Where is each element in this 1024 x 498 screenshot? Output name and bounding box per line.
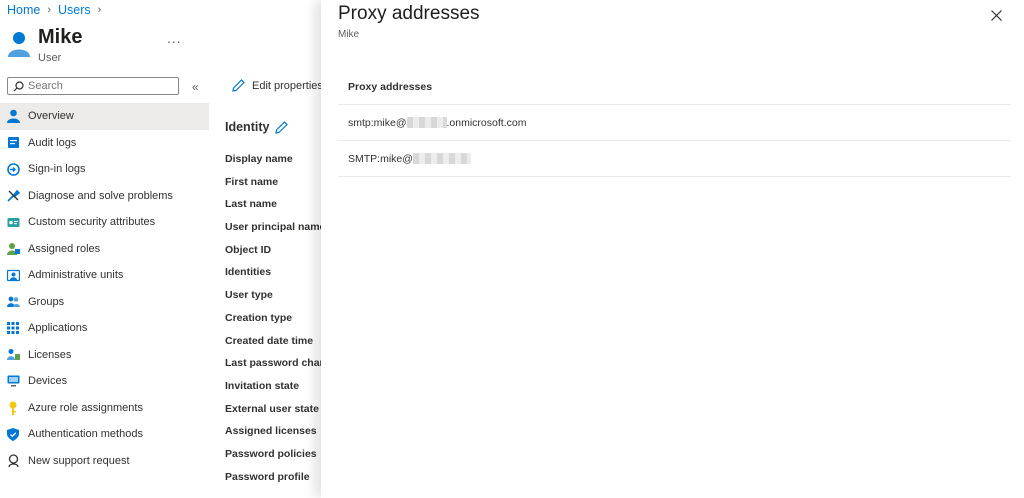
sidebar-item-azure-role-assignments[interactable]: Azure role assignments bbox=[0, 395, 209, 422]
device-icon bbox=[6, 374, 20, 388]
sidebar-item-label: Assigned roles bbox=[28, 242, 101, 255]
redacted-domain bbox=[406, 117, 447, 128]
pencil-icon bbox=[232, 79, 245, 92]
sidebar-item-label: Authentication methods bbox=[28, 428, 143, 441]
page-subtitle: User bbox=[38, 52, 62, 64]
table-row: smtp:mike@ .onmicrosoft.com bbox=[338, 105, 1011, 141]
panel-subtitle: Mike bbox=[338, 29, 360, 40]
sidebar-nav: Overview Audit logs Sign-in logs Diagnos… bbox=[0, 103, 209, 474]
field-label: Last name bbox=[225, 198, 277, 211]
edit-properties-label: Edit properties bbox=[252, 79, 323, 92]
sidebar-item-custom-security[interactable]: Custom security attributes bbox=[0, 209, 209, 236]
sidebar-item-label: Licenses bbox=[28, 348, 72, 361]
field-label: Assigned licenses bbox=[225, 425, 317, 438]
address-prefix: smtp:mike@ bbox=[348, 116, 407, 129]
field-label: Last password change bbox=[225, 357, 321, 370]
sidebar-item-admin-units[interactable]: Administrative units bbox=[0, 262, 209, 289]
sidebar-item-label: Custom security attributes bbox=[28, 216, 156, 229]
user-avatar-icon bbox=[8, 32, 30, 57]
edit-properties-button[interactable]: Edit properties bbox=[232, 79, 323, 92]
search-icon bbox=[13, 80, 24, 91]
field-label: Password policies bbox=[225, 447, 317, 460]
sidebar-item-label: Applications bbox=[28, 322, 88, 335]
field-label: Invitation state bbox=[225, 379, 300, 392]
field-label: Created date time bbox=[225, 334, 314, 347]
identity-section-title: Identity bbox=[225, 120, 289, 134]
sidebar-item-licenses[interactable]: Licenses bbox=[0, 342, 209, 369]
grid-icon bbox=[6, 321, 20, 335]
key-icon bbox=[6, 401, 20, 415]
user-icon bbox=[6, 109, 20, 124]
attributes-icon bbox=[6, 215, 20, 229]
sidebar-item-groups[interactable]: Groups bbox=[0, 289, 209, 316]
sidebar-item-new-support-request[interactable]: New support request bbox=[0, 448, 209, 475]
sidebar-item-label: Azure role assignments bbox=[28, 401, 143, 414]
identity-fields: Display name First name Last name User p… bbox=[225, 152, 321, 492]
field-label: Password profile bbox=[225, 470, 310, 483]
search-box[interactable] bbox=[7, 77, 179, 95]
sidebar-item-label: Audit logs bbox=[28, 136, 77, 149]
page-title: Mike bbox=[38, 26, 83, 48]
field-label: User principal name bbox=[225, 221, 321, 234]
sidebar-item-label: Diagnose and solve problems bbox=[28, 189, 173, 202]
shield-icon bbox=[6, 427, 20, 441]
close-button[interactable] bbox=[986, 5, 1006, 25]
breadcrumb-users[interactable]: Users bbox=[58, 3, 91, 17]
more-options-button[interactable]: ... bbox=[167, 30, 182, 46]
column-header: Proxy addresses bbox=[338, 69, 1011, 105]
chevron-right-icon: › bbox=[47, 4, 52, 16]
field-label: User type bbox=[225, 289, 273, 302]
proxy-addresses-panel: Proxy addresses Mike Proxy addresses smt… bbox=[321, 0, 1024, 498]
sign-in-icon bbox=[6, 162, 20, 176]
sidebar-item-overview[interactable]: Overview bbox=[0, 103, 209, 130]
proxy-addresses-table: Proxy addresses smtp:mike@ .onmicrosoft.… bbox=[338, 69, 1011, 177]
sidebar-item-applications[interactable]: Applications bbox=[0, 315, 209, 342]
sidebar-item-label: Overview bbox=[28, 110, 74, 123]
sidebar-item-label: Devices bbox=[28, 375, 68, 388]
sidebar-item-label: Groups bbox=[28, 295, 65, 308]
collapse-sidebar-icon[interactable]: « bbox=[192, 80, 199, 94]
redacted-domain bbox=[412, 153, 471, 164]
audit-log-icon bbox=[6, 136, 20, 150]
sidebar-item-label: Administrative units bbox=[28, 269, 124, 282]
sidebar-item-authentication-methods[interactable]: Authentication methods bbox=[0, 421, 209, 448]
breadcrumb: Home › Users › bbox=[7, 3, 108, 17]
support-icon bbox=[6, 454, 20, 468]
search-input[interactable] bbox=[28, 80, 168, 92]
pencil-icon[interactable] bbox=[275, 120, 289, 134]
sidebar-item-sign-in-logs[interactable]: Sign-in logs bbox=[0, 156, 209, 183]
panel-title: Proxy addresses bbox=[338, 3, 480, 24]
chevron-right-icon: › bbox=[97, 4, 102, 16]
identity-title-text: Identity bbox=[225, 120, 270, 134]
sidebar-item-devices[interactable]: Devices bbox=[0, 368, 209, 395]
breadcrumb-home[interactable]: Home bbox=[7, 3, 40, 17]
sidebar-item-assigned-roles[interactable]: Assigned roles bbox=[0, 236, 209, 263]
wrench-icon bbox=[6, 189, 20, 203]
field-label: Identities bbox=[225, 266, 272, 279]
field-label: Creation type bbox=[225, 311, 293, 324]
sidebar-item-diagnose[interactable]: Diagnose and solve problems bbox=[0, 183, 209, 210]
admin-units-icon bbox=[6, 268, 20, 282]
address-prefix: SMTP:mike@ bbox=[348, 152, 413, 165]
table-row: SMTP:mike@ bbox=[338, 141, 1011, 177]
sidebar-item-audit-logs[interactable]: Audit logs bbox=[0, 130, 209, 157]
roles-icon bbox=[6, 242, 20, 256]
license-icon bbox=[6, 348, 20, 362]
field-label: Display name bbox=[225, 153, 293, 165]
field-label: First name bbox=[225, 175, 279, 188]
sidebar-item-label: New support request bbox=[28, 454, 130, 467]
sidebar-item-label: Sign-in logs bbox=[28, 163, 86, 176]
field-label: Object ID bbox=[225, 243, 272, 256]
field-label: External user state change bbox=[225, 402, 321, 415]
close-icon bbox=[990, 9, 1002, 21]
groups-icon bbox=[6, 295, 20, 309]
address-suffix: .onmicrosoft.com bbox=[446, 116, 527, 129]
